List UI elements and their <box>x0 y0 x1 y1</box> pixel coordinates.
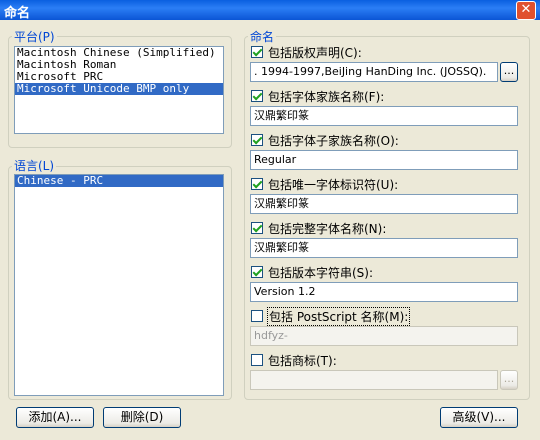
delete-button[interactable]: 删除(D) <box>103 407 181 428</box>
naming-text-field[interactable] <box>250 370 498 390</box>
naming-checkbox-label[interactable]: 包括版权声明(C): <box>268 44 362 61</box>
naming-checkbox-label[interactable]: 包括版本字符串(S): <box>268 264 373 281</box>
naming-checkbox[interactable] <box>251 90 263 102</box>
browse-button[interactable]: ... <box>500 370 518 390</box>
language-listbox[interactable]: Chinese - PRC <box>14 174 224 396</box>
naming-checkbox-label[interactable]: 包括字体家族名称(F): <box>268 88 384 105</box>
naming-checkbox-label[interactable]: 包括唯一字体标识符(U): <box>268 176 398 193</box>
naming-checkbox[interactable] <box>251 266 263 278</box>
naming-checkbox[interactable] <box>251 354 263 366</box>
naming-checkbox[interactable] <box>251 222 263 234</box>
language-group-label: 语言(L) <box>12 157 57 174</box>
naming-text-field[interactable]: 汉鼎繁印篆 <box>250 238 518 258</box>
naming-checkbox[interactable] <box>251 134 263 146</box>
naming-text-field[interactable]: 汉鼎繁印篆 <box>250 194 518 214</box>
platform-group-label: 平台(P) <box>12 28 57 45</box>
naming-text-field[interactable]: 汉鼎繁印篆 <box>250 106 518 126</box>
browse-button[interactable]: ... <box>500 62 518 82</box>
title-bar: 命名 ✕ <box>0 0 540 21</box>
naming-checkbox[interactable] <box>251 178 263 190</box>
close-icon: ✕ <box>520 2 532 17</box>
platform-listbox[interactable]: Macintosh Chinese (Simplified) Macintosh … <box>14 46 224 134</box>
close-button[interactable]: ✕ <box>516 1 536 20</box>
naming-group-label: 命名 <box>248 28 277 45</box>
naming-checkbox-label[interactable]: 包括 PostScript 名称(M): <box>266 307 411 326</box>
naming-checkbox-label[interactable]: 包括商标(T): <box>268 352 337 369</box>
naming-checkbox-label[interactable]: 包括字体子家族名称(O): <box>268 132 399 149</box>
platform-list-item[interactable]: Microsoft Unicode BMP only <box>15 83 223 95</box>
add-button[interactable]: 添加(A)... <box>16 407 94 428</box>
naming-checkbox[interactable] <box>251 310 263 322</box>
window-title: 命名 <box>4 6 31 21</box>
advanced-button[interactable]: 高级(V)... <box>440 407 518 428</box>
naming-text-field[interactable]: Version 1.2 <box>250 282 518 302</box>
naming-text-field[interactable]: Regular <box>250 150 518 170</box>
naming-checkbox-label[interactable]: 包括完整字体名称(N): <box>268 220 386 237</box>
naming-text-field[interactable]: hdfyz- <box>250 326 518 346</box>
language-list-item[interactable]: Chinese - PRC <box>15 175 223 187</box>
naming-checkbox[interactable] <box>251 46 263 58</box>
naming-text-field[interactable]: . 1994-1997,BeiJing HanDing Inc. (JOSSQ)… <box>250 62 498 82</box>
